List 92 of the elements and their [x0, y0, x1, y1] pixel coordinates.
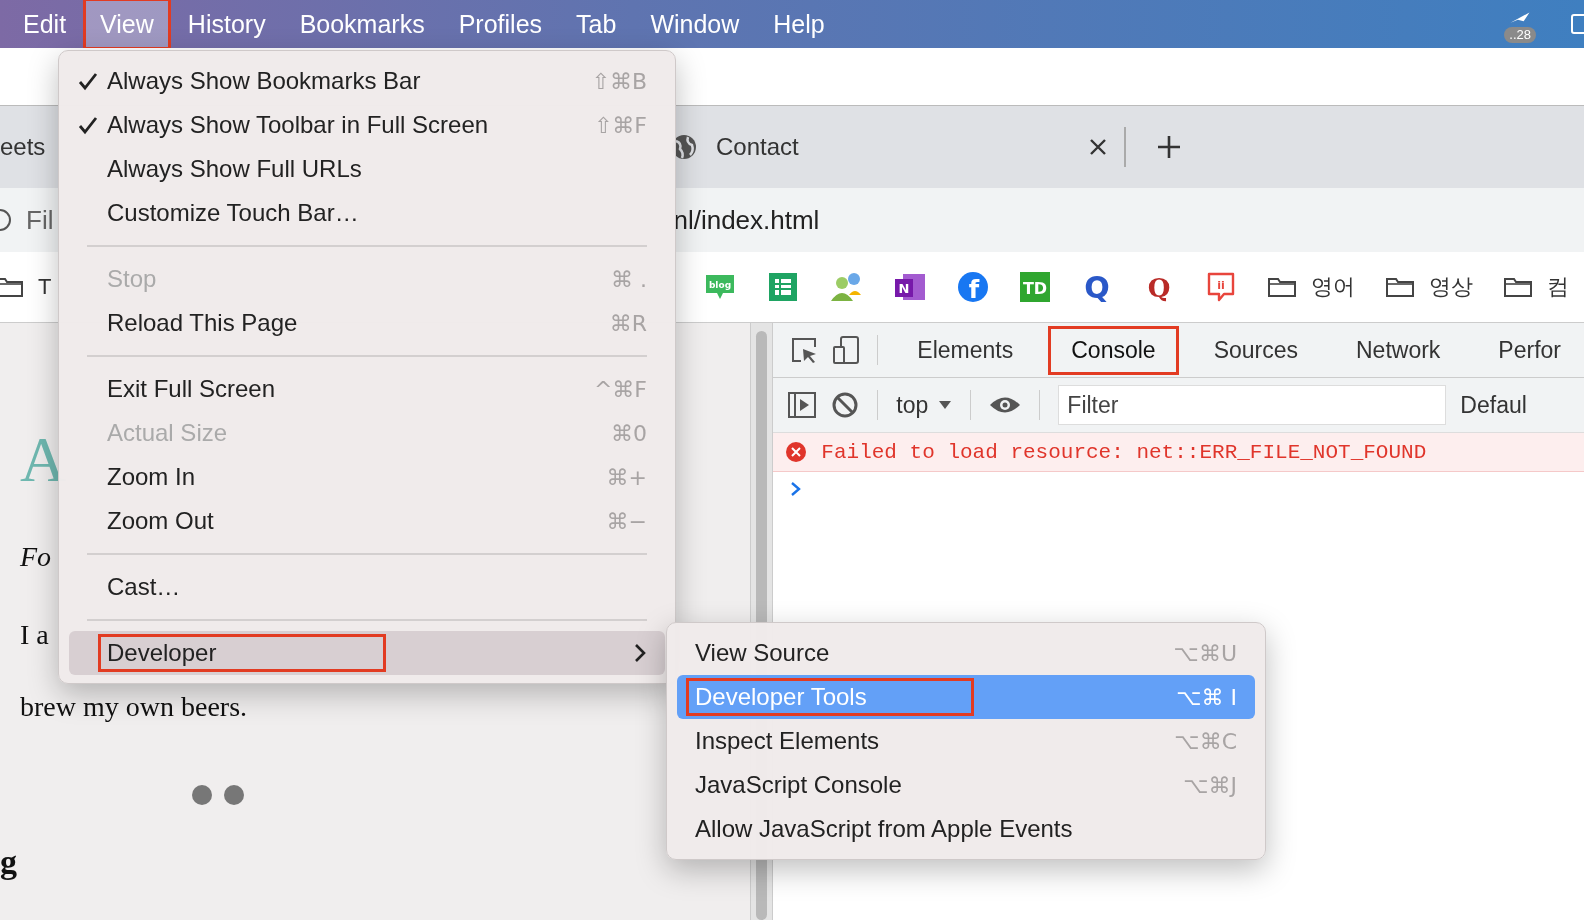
- folder-icon: [1385, 275, 1416, 299]
- menu-item[interactable]: Always Show Full URLs: [69, 147, 665, 191]
- menu-item-label: Allow JavaScript from Apple Events: [694, 814, 1074, 844]
- shortcut-label: ⌘ .: [611, 266, 647, 292]
- window-icon[interactable]: [1570, 13, 1584, 35]
- shortcut-label: ⌘−: [606, 508, 647, 534]
- menu-item-label: Customize Touch Bar…: [106, 198, 360, 228]
- page-text: I a: [20, 619, 49, 651]
- menu-item-label: Actual Size: [106, 418, 229, 448]
- menu-item-label: Developer: [98, 634, 386, 672]
- menu-item[interactable]: Allow JavaScript from Apple Events: [677, 807, 1255, 851]
- folder-icon: [0, 275, 24, 299]
- shortcut-label: ⌥⌘ I: [1176, 684, 1237, 710]
- shortcut-label: ⌥⌘U: [1173, 640, 1237, 666]
- bookmark-folder[interactable]: 컴: [1503, 272, 1570, 302]
- menu-item[interactable]: Customize Touch Bar…: [69, 191, 665, 235]
- devtools-tab[interactable]: Sources: [1190, 325, 1321, 375]
- tab[interactable]: eets: [0, 133, 46, 160]
- info-icon[interactable]: [0, 207, 12, 233]
- log-levels-dropdown[interactable]: Defaul: [1460, 391, 1527, 419]
- q-icon[interactable]: Q: [1143, 271, 1176, 303]
- sidebar-icon[interactable]: [787, 391, 818, 419]
- menu-item[interactable]: Zoom Out ⌘−: [69, 499, 665, 543]
- shortcut-label: ^⌘F: [593, 376, 647, 402]
- menu-item-label: Zoom Out: [106, 506, 215, 536]
- menu-item-label: Stop: [106, 264, 158, 294]
- shortcut-label: ⌘R: [609, 310, 647, 336]
- clear-icon[interactable]: [831, 391, 860, 419]
- error-icon: [785, 441, 808, 463]
- page-text: brew my own beers.: [20, 691, 248, 723]
- menu-item[interactable]: Always Show Bookmarks Bar ⇧⌘B: [69, 59, 665, 103]
- devtools-tab[interactable]: Console: [1048, 325, 1179, 375]
- menu-bar-item[interactable]: Bookmarks: [282, 0, 442, 50]
- context-dropdown[interactable]: top: [896, 391, 953, 419]
- menu-item-label: Exit Full Screen: [106, 374, 277, 404]
- bookmark-folder[interactable]: T: [0, 274, 52, 300]
- menu-bar-item[interactable]: Tab: [559, 0, 634, 50]
- checkmark-icon: [78, 115, 98, 135]
- menu-item[interactable]: Cast…: [69, 565, 665, 609]
- address-label: Fil: [26, 204, 54, 236]
- menu-item-label: JavaScript Console: [694, 770, 903, 800]
- menu-item-label: Always Show Full URLs: [106, 154, 363, 184]
- menu-item[interactable]: View Source ⌥⌘U: [677, 631, 1255, 675]
- menu-item[interactable]: Zoom In ⌘+: [69, 455, 665, 499]
- devtools-tab[interactable]: Perfor: [1475, 325, 1584, 375]
- menu-bar-item[interactable]: Help: [756, 0, 842, 50]
- devtools-tab[interactable]: Elements: [894, 325, 1037, 375]
- menu-item[interactable]: Inspect Elements ⌥⌘C: [677, 719, 1255, 763]
- facebook-icon[interactable]: f: [957, 271, 990, 303]
- menu-bar-item[interactable]: History: [170, 0, 283, 50]
- menu-item-label: Inspect Elements: [694, 726, 881, 756]
- shortcut-label: ⇧⌘F: [593, 112, 647, 138]
- menu-bar-item[interactable]: Profiles: [441, 0, 560, 50]
- carousel-dots[interactable]: [192, 785, 244, 805]
- menu-item-label: Zoom In: [106, 462, 197, 492]
- close-icon[interactable]: [1088, 137, 1108, 157]
- shortcut-label: ⌘0: [611, 420, 647, 446]
- bookmark-folder[interactable]: 영상: [1385, 272, 1474, 302]
- page-heading: g: [0, 843, 17, 881]
- new-tab-icon[interactable]: [1156, 134, 1182, 160]
- page-subtitle: Fo: [20, 541, 52, 573]
- bookmark-folder[interactable]: 영어: [1267, 272, 1356, 302]
- menu-bar-item[interactable]: Window: [633, 0, 757, 50]
- menu-item-label: Reload This Page: [106, 308, 299, 338]
- device-icon[interactable]: [831, 335, 862, 365]
- menu-item[interactable]: Exit Full Screen ^⌘F: [69, 367, 665, 411]
- menu-item[interactable]: Always Show Toolbar in Full Screen ⇧⌘F: [69, 103, 665, 147]
- folder-icon: [1267, 275, 1298, 299]
- q-icon[interactable]: Q: [1081, 271, 1114, 303]
- console-error: Failed to load resource: net::ERR_FILE_NOT_FOUND: [773, 433, 1584, 472]
- folder-icon: [1503, 275, 1534, 299]
- shortcut-label: ⌥⌘J: [1183, 772, 1237, 798]
- filter-field[interactable]: Filter: [1058, 385, 1447, 425]
- menu-item-label: Always Show Bookmarks Bar: [106, 66, 422, 96]
- shortcut-label: ⌥⌘C: [1174, 728, 1237, 754]
- menu-item[interactable]: Reload This Page ⌘R: [69, 301, 665, 345]
- dropdown-icon: [938, 400, 953, 410]
- address-field[interactable]: nl/index.html: [673, 204, 820, 236]
- menu-item[interactable]: Developer: [69, 631, 665, 675]
- menu-item-label: Developer Tools: [686, 678, 974, 716]
- chevron-icon: [633, 642, 647, 664]
- shortcut-label: ⌘+: [606, 464, 647, 490]
- shortcut-label: ⇧⌘B: [591, 68, 647, 94]
- menu-item-label: Cast…: [106, 572, 182, 602]
- menu-item[interactable]: JavaScript Console ⌥⌘J: [677, 763, 1255, 807]
- menu-item-label: Always Show Toolbar in Full Screen: [106, 110, 490, 140]
- checkmark-icon: [78, 71, 98, 91]
- status-badge: ..28: [1504, 27, 1536, 43]
- menu-bar-item[interactable]: Edit: [6, 0, 84, 50]
- menu-item-label: View Source: [694, 638, 831, 668]
- spreadsheet-icon[interactable]: [767, 271, 800, 303]
- devtools-tab[interactable]: Network: [1333, 325, 1464, 375]
